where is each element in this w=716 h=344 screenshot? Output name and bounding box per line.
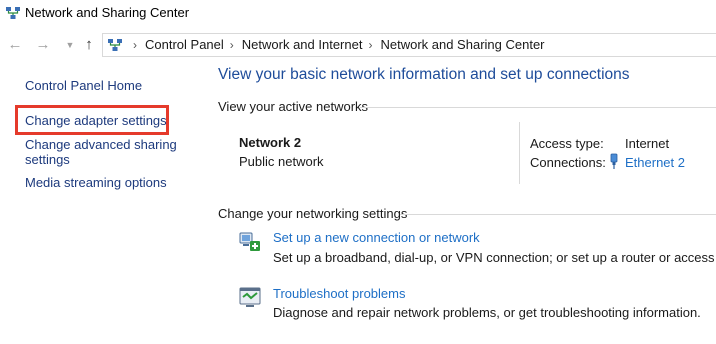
breadcrumb-network-and-sharing-center[interactable]: Network and Sharing Center	[380, 34, 544, 56]
troubleshoot-problems-link[interactable]: Troubleshoot problems	[273, 286, 405, 301]
page-title: View your basic network information and …	[218, 66, 630, 83]
network-center-icon	[6, 7, 20, 19]
ethernet-2-link[interactable]: Ethernet 2	[625, 155, 685, 170]
new-connection-icon	[239, 232, 260, 251]
access-type-value: Internet	[625, 136, 670, 151]
active-networks-section-title: View your active networks	[218, 99, 369, 114]
section-divider	[400, 214, 716, 215]
network-name: Network 2	[239, 135, 302, 150]
change-adapter-settings-link[interactable]: Change adapter settings	[25, 113, 167, 128]
recent-locations-chevron-icon[interactable]: ▼	[61, 36, 79, 54]
breadcrumb-network-and-internet[interactable]: Network and Internet	[242, 34, 363, 56]
change-advanced-sharing-settings-link[interactable]: Change advanced sharing	[25, 137, 177, 152]
connections-label: Connections:	[530, 155, 606, 170]
change-advanced-sharing-settings-link-line2[interactable]: settings	[25, 152, 70, 167]
troubleshoot-icon	[239, 287, 261, 307]
up-arrow-icon[interactable]: ↑	[80, 36, 98, 54]
breadcrumb-separator-icon[interactable]: ›	[362, 34, 380, 56]
set-up-new-connection-link[interactable]: Set up a new connection or network	[273, 230, 480, 245]
control-panel-home-link[interactable]: Control Panel Home	[25, 78, 142, 93]
section-divider	[360, 107, 716, 108]
media-streaming-options-link[interactable]: Media streaming options	[25, 175, 167, 190]
forward-icon[interactable]: →	[34, 36, 52, 54]
window-title: Network and Sharing Center	[25, 5, 190, 20]
breadcrumb-separator-icon[interactable]: ›	[224, 34, 242, 56]
title-bar: Network and Sharing Center	[0, 0, 716, 28]
set-up-new-connection-description: Set up a broadband, dial-up, or VPN conn…	[273, 250, 716, 265]
breadcrumb: › Control Panel › Network and Internet ›…	[127, 34, 545, 56]
ethernet-icon	[610, 153, 618, 169]
control-panel-icon	[108, 39, 122, 51]
network-type[interactable]: Public network	[239, 154, 324, 169]
address-bar[interactable]: › Control Panel › Network and Internet ›…	[102, 33, 716, 57]
breadcrumb-separator-icon: ›	[133, 38, 137, 52]
troubleshoot-problems-description: Diagnose and repair network problems, or…	[273, 305, 701, 320]
breadcrumb-control-panel[interactable]: Control Panel	[145, 34, 224, 56]
networking-settings-section-title: Change your networking settings	[218, 206, 408, 221]
access-type-label: Access type:	[530, 136, 604, 151]
back-icon[interactable]: ←	[6, 36, 24, 54]
vertical-divider	[519, 122, 520, 184]
